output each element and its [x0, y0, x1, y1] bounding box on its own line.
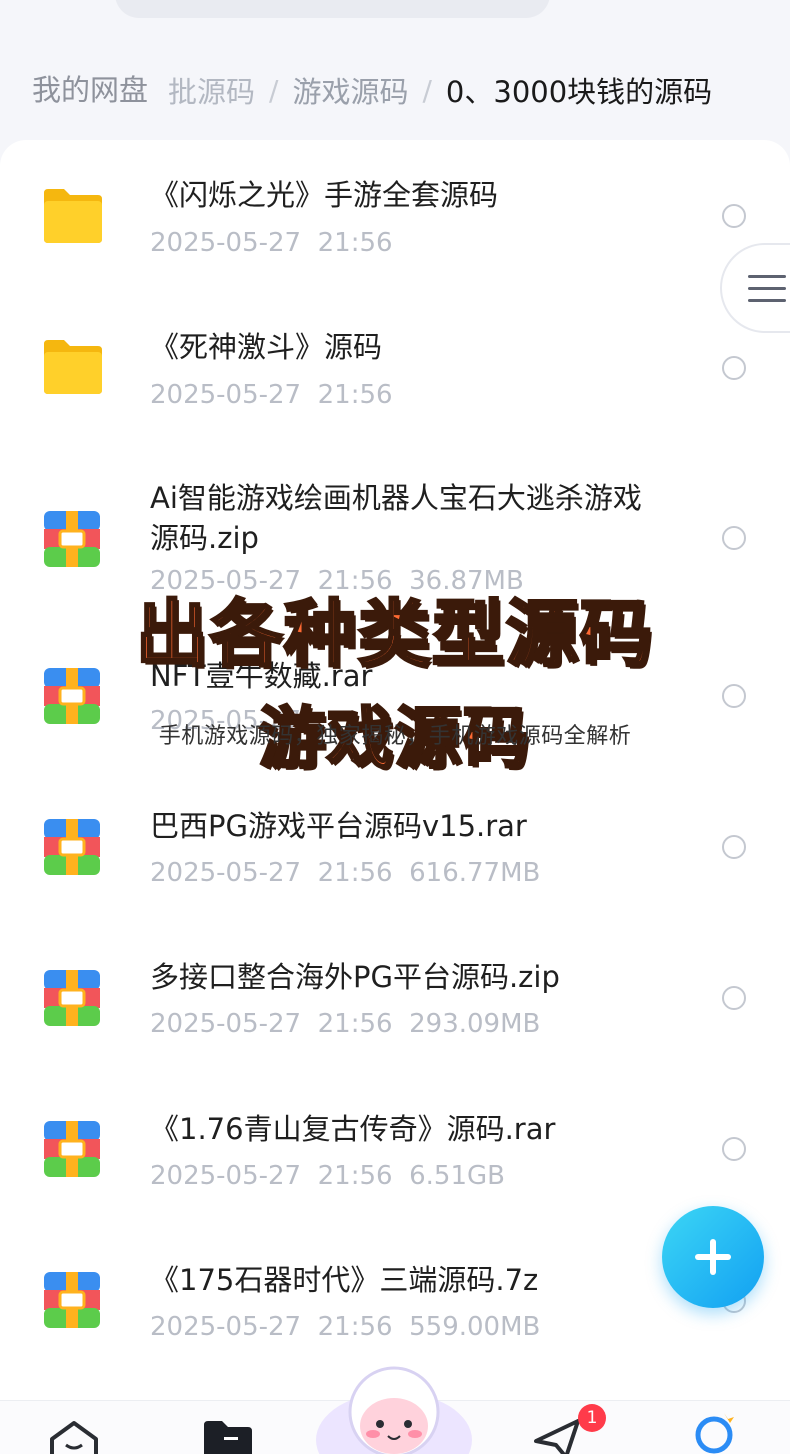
file-date: 2025-05-27 — [150, 380, 302, 410]
file-meta: 2025-05-27 21:56 — [150, 228, 393, 258]
add-button[interactable] — [662, 1206, 764, 1308]
select-radio[interactable] — [722, 835, 746, 859]
archive-icon — [44, 511, 100, 567]
archive-icon — [44, 1272, 100, 1328]
file-name: 《175石器时代》三端源码.7z — [150, 1263, 539, 1297]
file-name: 多接口整合海外PG平台源码.zip — [150, 960, 560, 994]
file-time: 21:56 — [317, 858, 393, 888]
select-radio[interactable] — [722, 1137, 746, 1161]
folder-icon — [44, 340, 102, 394]
file-size: 559.00MB — [409, 1312, 541, 1342]
select-radio[interactable] — [722, 986, 746, 1010]
notification-badge: 1 — [578, 1404, 606, 1432]
file-time: 21:56 — [317, 1161, 393, 1191]
breadcrumb-item[interactable]: 批源码 — [168, 69, 255, 111]
file-name: Ai智能游戏绘画机器人宝石大逃杀游戏源码.zip — [150, 481, 642, 555]
mascot-icon[interactable] — [313, 1360, 475, 1454]
send-icon[interactable] — [532, 1417, 584, 1454]
file-time: 21:56 — [317, 1312, 393, 1342]
menu-icon-line — [748, 299, 786, 302]
file-date: 2025-05-27 — [150, 1009, 302, 1039]
breadcrumb-root[interactable]: 我的网盘 — [12, 61, 169, 119]
files-icon[interactable] — [202, 1419, 254, 1454]
file-name: 《闪烁之光》手游全套源码 — [150, 178, 499, 212]
file-date: 2025-05-27 — [150, 1312, 302, 1342]
file-time: 21:56 — [317, 228, 393, 258]
menu-icon — [748, 275, 786, 278]
plus-icon-stroke — [710, 1239, 716, 1275]
file-date: 2025-05-27 — [150, 1161, 302, 1191]
file-name: 《1.76青山复古传奇》源码.rar — [150, 1112, 556, 1146]
file-meta: 2025-05-27 21:56 616.77MB — [150, 858, 540, 888]
menu-icon-line — [748, 287, 786, 290]
file-size: 293.09MB — [409, 1009, 541, 1039]
profile-icon[interactable] — [690, 1411, 742, 1454]
archive-icon — [44, 819, 100, 875]
file-meta: 2025-05-27 21:56 — [150, 380, 393, 410]
file-time: 21:56 — [317, 1009, 393, 1039]
file-size: 6.51GB — [409, 1161, 505, 1191]
file-meta: 2025-05-27 21:56 293.09MB — [150, 1009, 540, 1039]
breadcrumb-item[interactable]: 游戏源码 — [292, 69, 408, 111]
file-time: 21:56 — [317, 380, 393, 410]
select-radio[interactable] — [722, 356, 746, 380]
top-search-bar[interactable] — [115, 0, 550, 18]
folder-icon — [44, 189, 102, 243]
home-icon[interactable] — [48, 1419, 100, 1454]
file-date: 2025-05-27 — [150, 228, 302, 258]
breadcrumb-separator: / — [269, 73, 279, 107]
archive-icon — [44, 970, 100, 1026]
select-radio[interactable] — [722, 204, 746, 228]
file-meta: 2025-05-27 21:56 6.51GB — [150, 1161, 505, 1191]
overlay-headline: 出各种类型源码 — [134, 591, 654, 678]
file-name: 《死神激斗》源码 — [150, 330, 383, 364]
file-size: 616.77MB — [409, 858, 541, 888]
select-radio[interactable] — [722, 526, 746, 550]
overlay-caption: 手机游戏源码，独家揭秘，手机游戏源码全解析 — [158, 724, 632, 749]
file-meta: 2025-05-27 21:56 559.00MB — [150, 1312, 540, 1342]
file-name: 巴西PG游戏平台源码v15.rar — [150, 809, 527, 843]
archive-icon — [44, 1121, 100, 1177]
breadcrumb: 我的网盘 批源码 / 游戏源码 / 0、3000块钱的源码 — [0, 60, 790, 120]
file-date: 2025-05-27 — [150, 858, 302, 888]
breadcrumb-current: 0、3000块钱的源码 — [445, 75, 713, 109]
breadcrumb-separator: / — [422, 73, 432, 107]
